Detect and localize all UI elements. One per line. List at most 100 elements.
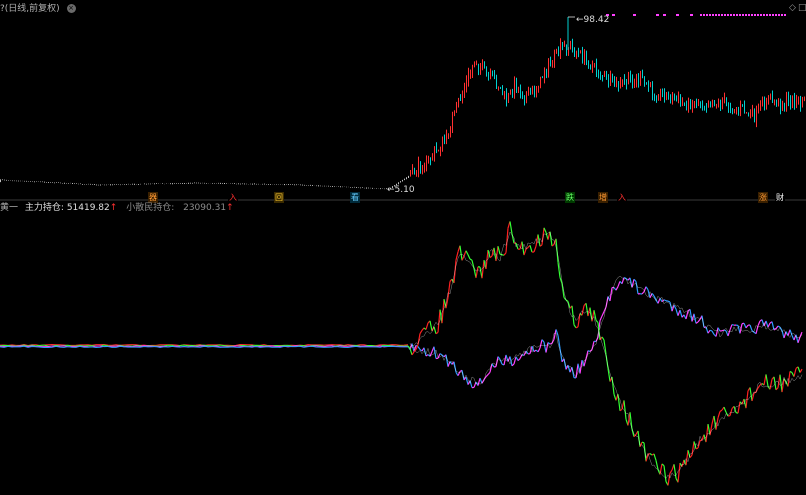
retail-segment [477,378,481,386]
main-force-segment [425,322,429,330]
retail-segment [727,329,731,337]
main-force-segment [469,258,473,261]
retail-segment [765,320,769,328]
chart-title-bar: ?(日线,前复权) × [0,2,76,16]
main-force-segment [529,245,533,253]
retail-segment [715,327,719,337]
marker-run [751,14,753,16]
main-force-segment [571,305,575,325]
marker-run [772,14,774,16]
retail-segment [709,329,713,332]
close-icon[interactable]: × [66,4,76,13]
main-force-segment [435,331,439,335]
main-force-overlay [409,231,803,479]
main-force-segment [769,379,773,390]
main-force-segment [585,303,589,317]
main-force-segment [489,255,493,259]
retail-segment [549,342,553,345]
main-force-segment [429,320,433,332]
marker-run [760,14,762,16]
retail-segment [469,380,473,388]
retail-segment [777,325,781,328]
diamond-icon[interactable]: ◇ [789,2,796,14]
retail-segment [487,371,491,375]
main-force-segment [799,368,803,373]
main-force-segment [541,227,545,245]
chart-title: ?(日线,前复权) [0,4,60,14]
marker-run [778,14,780,16]
retail-segment [657,298,661,304]
retail-value: 23090.31 [183,203,227,213]
retail-segment [599,315,603,321]
marker-run [745,14,747,16]
retail-segment [797,336,801,343]
main-force-segment [463,250,467,257]
retail-segment [439,353,443,356]
main-force-segment [653,453,657,461]
main-force-segment [685,450,689,466]
retail-segment [465,376,469,385]
retail-indicator [0,275,803,389]
main-force-segment [793,368,797,377]
marker-run [712,14,714,16]
marker-run [706,14,708,16]
signal-badge: 涨 [758,192,768,203]
retail-segment [667,300,671,303]
top-markers [606,14,786,16]
stock-chart[interactable]: ←98.42 ←5.10 ?(日线,前复权) × ◇ □ 器入回看跌增入涨财 黄… [0,0,806,495]
retail-segment [795,334,799,343]
retail-segment [491,363,495,368]
retail-segment [729,324,733,331]
main-force-segment [575,326,579,329]
retail-segment [679,309,683,318]
maximize-icon[interactable]: □ [798,2,806,14]
main-force-segment [581,305,585,316]
retail-segment [641,291,645,295]
retail-segment [541,339,545,343]
marker-run [763,14,765,16]
retail-segment [601,311,605,317]
candlestick-chart[interactable]: ←98.42 ←5.10 [0,0,806,495]
marker-1 [612,14,615,16]
main-force-label: 主力持仓: [24,203,64,213]
retail-segment [635,281,639,294]
main-force-segment [421,327,425,331]
main-force-segment [577,313,581,327]
main-force-segment [407,345,411,349]
main-force-segment [591,310,595,322]
main-force-segment [523,248,527,256]
retail-segment [745,324,749,329]
marker-run [742,14,744,16]
marker-run [748,14,750,16]
retail-segment [587,350,591,352]
marker-run [703,14,705,16]
retail-up-arrow: ↑ [226,203,234,213]
main-force-segment [629,412,633,430]
retail-segment [553,329,557,340]
marker-run [757,14,759,16]
main-force-segment [433,326,437,334]
main-force-segment [499,253,503,256]
retail-segment [537,347,541,353]
retail-segment [689,309,693,322]
marker-run [721,14,723,16]
retail-segment [775,325,779,330]
retail-segment [485,374,489,378]
retail-segment [515,356,519,361]
retail-segment [539,339,543,349]
main-force-segment [573,324,577,329]
marker-run [724,14,726,16]
retail-segment [533,349,537,353]
main-force-segment [497,246,501,255]
retail-segment [519,354,523,359]
retail-segment [633,278,637,282]
main-force-segment [797,366,801,373]
retail-segment [479,377,483,384]
main-force-indicator [407,221,803,486]
main-force-segment [595,319,599,324]
retail-segment [623,276,627,279]
indicator-name[interactable]: 黄一 [0,203,18,213]
marker-run [781,14,783,16]
main-force-segment [689,454,693,459]
main-force-segment [719,409,723,412]
